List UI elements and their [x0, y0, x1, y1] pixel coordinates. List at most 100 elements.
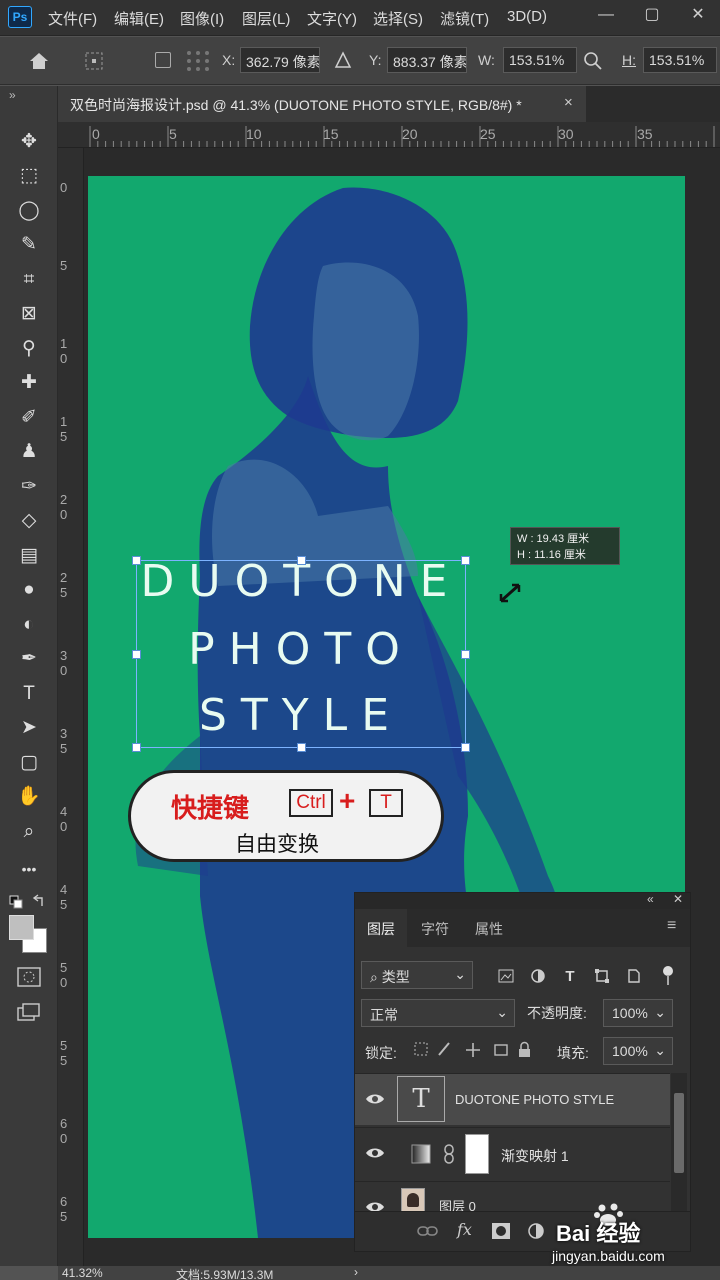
ruler-left-label: 1 5 [60, 414, 68, 444]
opacity-value: 100% [612, 1005, 648, 1021]
healing-icon[interactable]: ✚ [10, 368, 48, 398]
transform-handle-left[interactable] [132, 650, 141, 659]
layer-filter-select[interactable]: ⌕ 类型 ⌄ [361, 961, 473, 989]
document-tab[interactable]: 双色时尚海报设计.psd @ 41.3% (DUOTONE PHOTO STYL… [58, 86, 586, 122]
zoom-icon[interactable]: ⌕ [10, 816, 48, 846]
reference-grid-icon [187, 51, 209, 71]
more-tools-icon[interactable]: ••• [10, 854, 48, 884]
scrollbar-thumb[interactable] [674, 1093, 684, 1173]
filter-toggle-icon[interactable] [657, 966, 679, 986]
visibility-eye-icon[interactable] [365, 1200, 385, 1211]
default-colors-icon[interactable] [8, 892, 48, 912]
filter-type-icon[interactable]: T [559, 966, 581, 986]
brush-icon[interactable]: ✐ [10, 402, 48, 432]
eyedropper-icon[interactable]: ⚲ [10, 333, 48, 363]
menu-3d[interactable]: 3D(D) [507, 8, 547, 25]
tab-character[interactable]: 字符 [409, 909, 461, 947]
menu-file[interactable]: 文件(F) [48, 8, 97, 29]
dodge-icon[interactable]: ◐ [10, 609, 48, 639]
ruler-top-label: 15 [323, 126, 339, 142]
height-scale-field[interactable]: 153.51% [643, 47, 717, 73]
zoom-level[interactable]: 41.32% [62, 1266, 103, 1280]
path-select-icon[interactable]: ➤ [10, 713, 48, 743]
hand-icon[interactable]: ✋ [10, 782, 48, 812]
menu-filter[interactable]: 滤镜(T) [440, 8, 489, 29]
close-tab-icon[interactable]: × [564, 94, 573, 111]
gradient-icon[interactable]: ▤ [10, 540, 48, 570]
x-position-field[interactable]: 362.79 像素 [240, 47, 320, 73]
blend-mode-select[interactable]: 正常 ⌄ [361, 999, 515, 1027]
filter-pixel-icon[interactable] [495, 966, 517, 986]
add-mask-icon[interactable] [491, 1222, 511, 1240]
w-label: W: [478, 52, 495, 68]
visibility-eye-icon[interactable] [365, 1092, 385, 1106]
opacity-field[interactable]: 100% ⌄ [603, 999, 673, 1027]
search-icon[interactable] [583, 51, 603, 71]
close-window-button[interactable]: ✕ [676, 2, 720, 30]
blur-glyph: ● [23, 579, 35, 600]
eraser-icon[interactable]: ◇ [10, 506, 48, 536]
reference-point-icon[interactable] [84, 51, 106, 71]
y-position-field[interactable]: 883.37 像素 [387, 47, 467, 73]
menu-layer[interactable]: 图层(L) [242, 8, 290, 29]
tooltip-height: H : 11.16 厘米 [517, 549, 586, 561]
screen-mode-icon[interactable] [16, 1002, 42, 1024]
transform-handle-top[interactable] [297, 556, 306, 565]
reference-checkbox[interactable] [155, 52, 171, 68]
filter-shape-icon[interactable] [591, 966, 613, 986]
status-menu-arrow[interactable]: › [354, 1265, 358, 1279]
chain-link-icon[interactable] [443, 1144, 455, 1164]
ruler-left-label: 5 5 [60, 1038, 68, 1068]
layer-row-text[interactable]: T DUOTONE PHOTO STYLE [355, 1073, 670, 1125]
lasso-icon[interactable]: ◯ [10, 195, 48, 225]
close-panel-icon[interactable]: ✕ [673, 892, 683, 906]
menu-type[interactable]: 文字(Y) [307, 8, 357, 29]
transform-handle-top-left[interactable] [132, 556, 141, 565]
width-scale-field[interactable]: 153.51% [503, 47, 577, 73]
link-layers-icon[interactable] [417, 1224, 439, 1238]
quick-select-icon[interactable]: ✎ [10, 230, 48, 260]
frame-icon[interactable]: ⊠ [10, 299, 48, 329]
quick-mask-icon[interactable] [16, 966, 42, 988]
collapse-panel-icon[interactable]: « [647, 892, 654, 906]
home-icon[interactable] [28, 51, 50, 71]
restore-button[interactable]: ▢ [630, 2, 674, 30]
adjustment-layer-icon[interactable] [527, 1222, 545, 1240]
fill-field[interactable]: 100% ⌄ [603, 1037, 673, 1065]
blur-icon[interactable]: ● [10, 575, 48, 605]
move-icon[interactable]: ✥ [10, 126, 48, 156]
foreground-color-swatch[interactable] [9, 915, 34, 940]
marquee-icon[interactable]: ⬚ [10, 161, 48, 191]
type-icon[interactable]: T [10, 678, 48, 708]
panel-tabs: 图层 字符 属性 ≡ [355, 909, 690, 947]
transform-handle-bottom-right[interactable] [461, 743, 470, 752]
menu-edit[interactable]: 编辑(E) [114, 8, 164, 29]
rectangle-icon[interactable]: ▢ [10, 747, 48, 777]
minimize-button[interactable]: — [584, 2, 628, 30]
history-brush-icon[interactable]: ✑ [10, 471, 48, 501]
rectangle-glyph: ▢ [20, 751, 38, 773]
collapse-toolbar-icon[interactable]: » [9, 88, 16, 102]
ruler-left-label: 3 0 [60, 648, 68, 678]
tab-layers[interactable]: 图层 [355, 909, 407, 947]
panel-menu-icon[interactable]: ≡ [667, 917, 676, 935]
menu-select[interactable]: 选择(S) [373, 8, 423, 29]
transform-handle-bottom-left[interactable] [132, 743, 141, 752]
transform-handle-right[interactable] [461, 650, 470, 659]
filter-adjustment-icon[interactable] [527, 966, 549, 986]
free-transform-bounding-box[interactable] [132, 556, 470, 752]
lock-options-icons[interactable] [413, 1041, 533, 1059]
tab-properties[interactable]: 属性 [463, 909, 515, 947]
crop-icon[interactable]: ⌗ [10, 264, 48, 294]
layer-style-fx-icon[interactable]: fx [457, 1220, 472, 1239]
menu-image[interactable]: 图像(I) [180, 8, 224, 29]
transform-handle-top-right[interactable] [461, 556, 470, 565]
stamp-icon[interactable]: ♟ [10, 437, 48, 467]
layer-row-gradient-map[interactable]: 渐变映射 1 [355, 1127, 670, 1179]
visibility-eye-icon[interactable] [365, 1146, 385, 1160]
relative-position-icon[interactable] [334, 51, 352, 69]
filter-smart-object-icon[interactable] [623, 966, 645, 986]
layers-scrollbar[interactable] [671, 1073, 687, 1211]
pen-icon[interactable]: ✒ [10, 644, 48, 674]
transform-handle-bottom[interactable] [297, 743, 306, 752]
